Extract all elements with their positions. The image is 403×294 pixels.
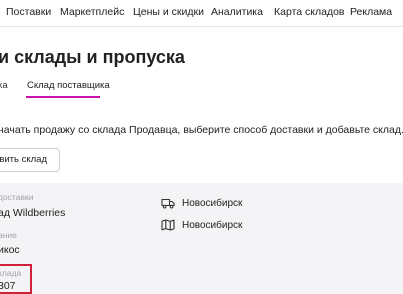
info-text: начать продажу со склада Продавца, выбер… bbox=[0, 124, 403, 136]
truck-icon bbox=[161, 198, 175, 209]
map-city: Новосибирск bbox=[182, 219, 243, 231]
delivery-city-row: Новосибирск bbox=[161, 196, 242, 210]
add-warehouse-button[interactable]: авить склад bbox=[0, 148, 60, 172]
page-title: и склады и пропуска bbox=[0, 47, 185, 67]
nav-item-marketplace[interactable]: Маркетплейс bbox=[60, 6, 124, 18]
active-tab-indicator bbox=[26, 96, 100, 98]
delivery-city: Новосибирск bbox=[182, 197, 243, 209]
nav-item-warehouse-map[interactable]: Карта складов bbox=[274, 6, 345, 18]
tab-supplier-warehouse[interactable]: Склад поставщика bbox=[27, 80, 110, 91]
warehouse-name-value: икос bbox=[0, 244, 20, 256]
tab-partial[interactable]: ка bbox=[0, 80, 8, 91]
top-navigation: Поставки Маркетплейс Цены и скидки Анали… bbox=[0, 0, 403, 27]
map-icon bbox=[161, 219, 175, 231]
delivery-method-label: доставки bbox=[0, 192, 34, 202]
delivery-method-value: ад Wildberries bbox=[0, 207, 66, 219]
nav-item-advertising[interactable]: Реклама bbox=[350, 6, 392, 18]
nav-item-supplies[interactable]: Поставки bbox=[6, 6, 51, 18]
nav-item-prices-discounts[interactable]: Цены и скидки bbox=[133, 6, 204, 18]
warehouse-name-label: ание bbox=[0, 230, 17, 240]
highlight-frame bbox=[0, 264, 32, 294]
nav-item-analytics[interactable]: Аналитика bbox=[211, 6, 263, 18]
map-city-row: Новосибирск bbox=[161, 218, 242, 232]
